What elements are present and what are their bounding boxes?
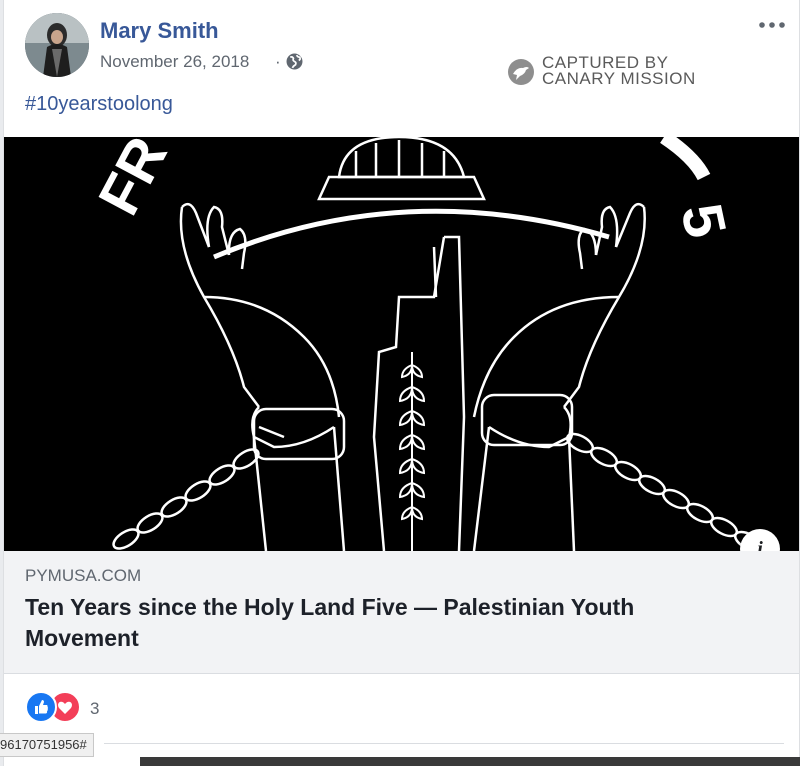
avatar-image — [25, 13, 89, 77]
like-reaction-icon — [25, 691, 57, 723]
link-preview-image[interactable]: FR 5 — [4, 137, 799, 551]
link-domain[interactable]: PYMUSA.COM — [25, 566, 141, 586]
more-options-icon[interactable] — [756, 17, 788, 33]
canary-mission-logo-icon — [508, 59, 534, 85]
avatar[interactable] — [25, 13, 89, 77]
watermark-line-2: CANARY MISSION — [542, 69, 696, 88]
post-date[interactable]: November 26, 2018 — [100, 52, 249, 72]
date-separator: · — [275, 52, 281, 71]
link-title[interactable]: Ten Years since the Holy Land Five — Pal… — [25, 592, 745, 654]
facebook-post: Mary Smith November 26, 2018 · CAPTURED … — [3, 0, 800, 766]
divider — [104, 743, 784, 744]
hashtag-link[interactable]: #10yearstoolong — [25, 93, 173, 116]
poster-illustration: FR 5 — [4, 137, 799, 551]
next-post-strip — [140, 757, 800, 766]
globe-icon[interactable] — [286, 53, 303, 70]
author-name[interactable]: Mary Smith — [100, 18, 219, 44]
captured-by-watermark: CAPTURED BY CANARY MISSION — [542, 54, 696, 88]
browser-status-url: 96170751956# — [0, 733, 94, 757]
reaction-count[interactable]: 3 — [90, 699, 99, 719]
